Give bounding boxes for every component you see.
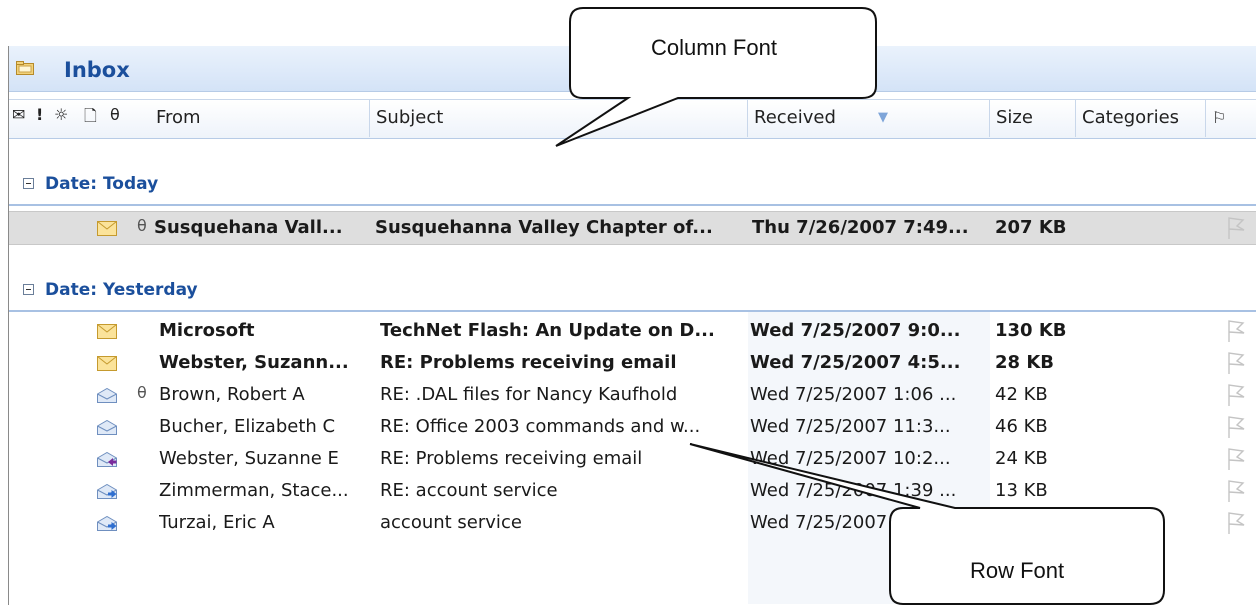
callout-column-font — [555, 7, 1165, 605]
callout-label-row-font: Row Font — [970, 558, 1065, 583]
callout-label-column-font: Column Font — [651, 35, 777, 60]
